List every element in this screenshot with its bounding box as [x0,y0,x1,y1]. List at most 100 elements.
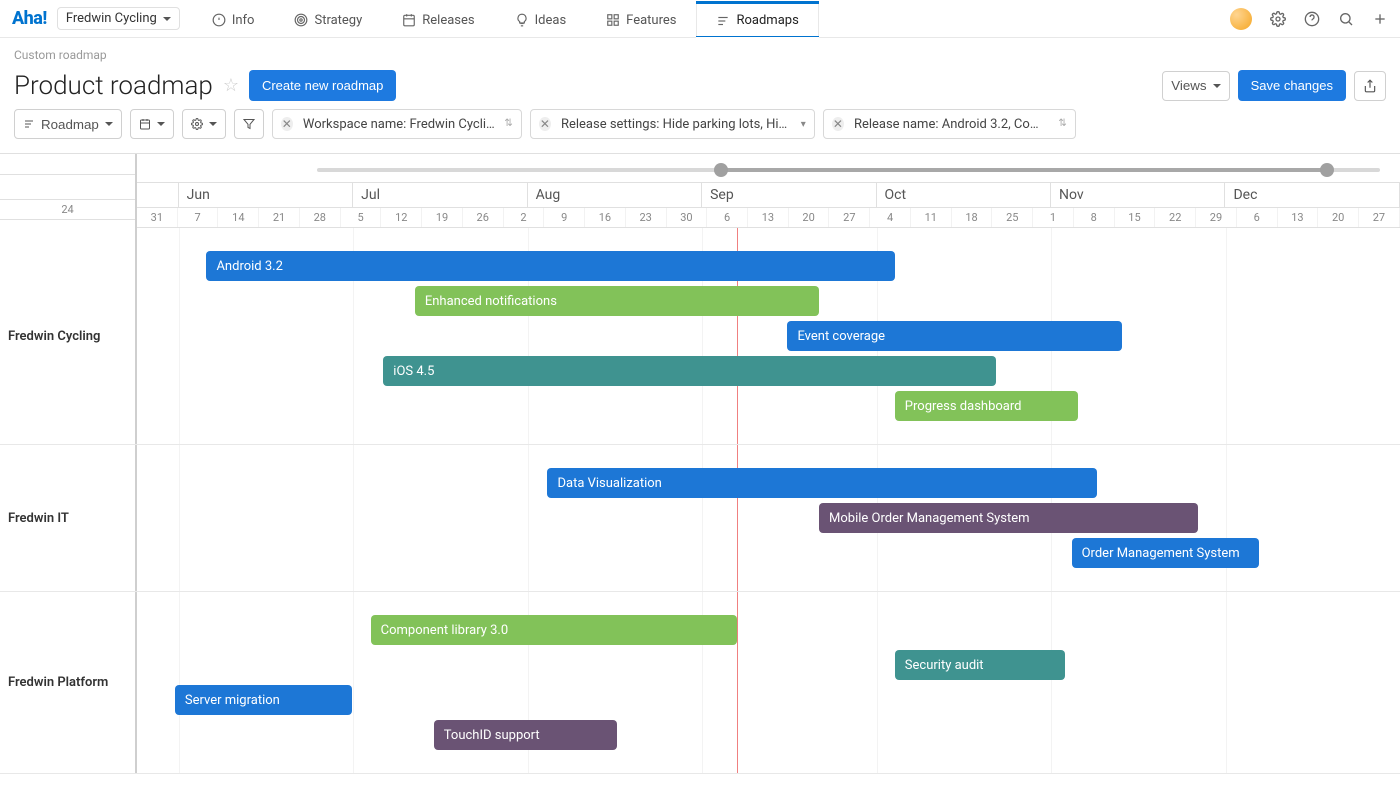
day-cell: 15 [1115,208,1156,227]
today-line [737,445,738,591]
app-logo: Aha! [12,8,47,29]
workspace-filter[interactable]: ✕ Workspace name: Fredwin Cycling, Fr… ⇅ [272,109,522,139]
close-icon[interactable]: ✕ [832,117,844,131]
day-cell: 27 [1359,208,1400,227]
star-icon[interactable]: ☆ [223,75,239,96]
nav-tab-label: Features [626,13,676,28]
timeline-bar[interactable]: Component library 3.0 [371,615,737,645]
gear-icon [191,118,203,130]
workspace-name: Fredwin Cycling [66,11,157,26]
lanes-container: Fredwin CyclingAndroid 3.2Enhanced notif… [0,228,1400,774]
day-cell: 5 [341,208,382,227]
lane-body: Data Visualization Mobile Order Managemen… [137,445,1400,591]
timeline-bar[interactable]: TouchID support [434,720,617,750]
day-cell: 4 [870,208,911,227]
day-cell: 23 [626,208,667,227]
views-dropdown[interactable]: Views [1162,71,1229,101]
settings-dropdown-button[interactable] [182,109,226,139]
nav-tab-releases[interactable]: Releases [382,0,494,37]
nav-tab-label: Ideas [535,13,567,28]
release-name-filter-label: Release name: Android 3.2, Compone… [854,117,1049,132]
date-picker-button[interactable] [130,109,174,139]
timeline-bar[interactable]: Mobile Order Management System [819,503,1198,533]
today-line [737,592,738,773]
nav-tab-icon [716,14,730,28]
release-settings-filter[interactable]: ✕ Release settings: Hide parking lots, H… [530,109,815,139]
avatar[interactable] [1230,8,1252,30]
day-cell: 22 [1155,208,1196,227]
month-cell: Oct [877,183,1051,207]
list-icon [23,118,35,130]
timeline-bar[interactable]: Order Management System [1072,538,1259,568]
help-icon[interactable] [1304,11,1320,27]
gear-icon[interactable] [1270,11,1286,27]
timeline-bar[interactable]: Server migration [175,685,352,715]
release-settings-filter-label: Release settings: Hide parking lots, Hid… [561,117,788,132]
create-roadmap-button[interactable]: Create new roadmap [249,70,396,101]
day-cell: 16 [585,208,626,227]
page-header: Custom roadmap Product roadmap ☆ Create … [0,38,1400,153]
zoom-handle-end[interactable] [1320,163,1334,177]
timeline-bar[interactable]: Enhanced notifications [415,286,819,316]
nav-tab-info[interactable]: Info [192,0,275,37]
zoom-slider[interactable] [317,160,1380,180]
timeline-bar[interactable]: Android 3.2 [206,251,894,281]
updown-icon: ⇅ [504,121,512,127]
caret-down-icon [1213,84,1221,88]
workspace-selector[interactable]: Fredwin Cycling [57,7,180,30]
timeline-header-corner [0,154,135,174]
lane-label: Fredwin IT [0,445,137,591]
zoom-handle-start[interactable] [714,163,728,177]
filter-button[interactable] [234,109,264,139]
day-cell: 13 [748,208,789,227]
caret-down-icon [105,122,113,126]
days-row: 3171421285121926291623306132027411182518… [137,208,1400,228]
nav-tab-ideas[interactable]: Ideas [495,0,587,37]
day-cell: 2 [504,208,545,227]
release-name-filter[interactable]: ✕ Release name: Android 3.2, Compone… ⇅ [823,109,1076,139]
title-row: Product roadmap ☆ Create new roadmap Vie… [14,70,1386,101]
filter-icon [243,118,255,130]
day-cell: 28 [300,208,341,227]
share-button[interactable] [1354,71,1386,101]
lane-label: Fredwin Platform [0,592,137,773]
nav-tabs: Info Strategy Releases Ideas Features Roadmap… [192,0,819,37]
timeline-bar[interactable]: Security audit [895,650,1066,680]
page-title: Product roadmap [14,71,213,101]
timeline-bar[interactable]: Event coverage [787,321,1122,351]
caret-down-icon [157,122,165,126]
nav-tab-strategy[interactable]: Strategy [274,0,382,37]
month-cell: Jun [179,183,353,207]
roadmap-selector[interactable]: Roadmap [14,109,122,139]
nav-tab-icon [606,13,620,27]
nav-tab-label: Releases [422,13,474,28]
lane-body: Component library 3.0 Security audit Serve… [137,592,1400,773]
day-cell: 19 [422,208,463,227]
lane: Fredwin IT Data Visualization Mobile Order… [0,445,1400,592]
search-icon[interactable] [1338,11,1354,27]
timeline-months-side [0,174,135,200]
timeline-bar[interactable]: Progress dashboard [895,391,1078,421]
save-changes-button[interactable]: Save changes [1238,70,1346,101]
day-cell: 11 [911,208,952,227]
timeline-bar[interactable]: iOS 4.5 [383,356,996,386]
nav-tab-icon [294,13,308,27]
close-icon[interactable]: ✕ [539,117,551,131]
nav-tab-features[interactable]: Features [586,0,696,37]
nav-tab-icon [212,13,226,27]
day-cell: 18 [952,208,993,227]
nav-tab-roadmaps[interactable]: Roadmaps [696,1,818,38]
timeline-bar[interactable]: Data Visualization [547,468,1096,498]
close-icon[interactable]: ✕ [281,117,293,131]
timeline-days-side: 24 [0,200,135,220]
day-cell: 20 [789,208,830,227]
day-cell: 31 [137,208,178,227]
add-icon[interactable] [1372,11,1388,27]
lane: Fredwin CyclingAndroid 3.2Enhanced notif… [0,228,1400,445]
nav-tab-icon [402,13,416,27]
month-cell: Nov [1051,183,1225,207]
nav-tab-label: Info [232,13,255,28]
day-cell: 7 [178,208,219,227]
day-cell: 26 [463,208,504,227]
day-cell: 20 [1318,208,1359,227]
